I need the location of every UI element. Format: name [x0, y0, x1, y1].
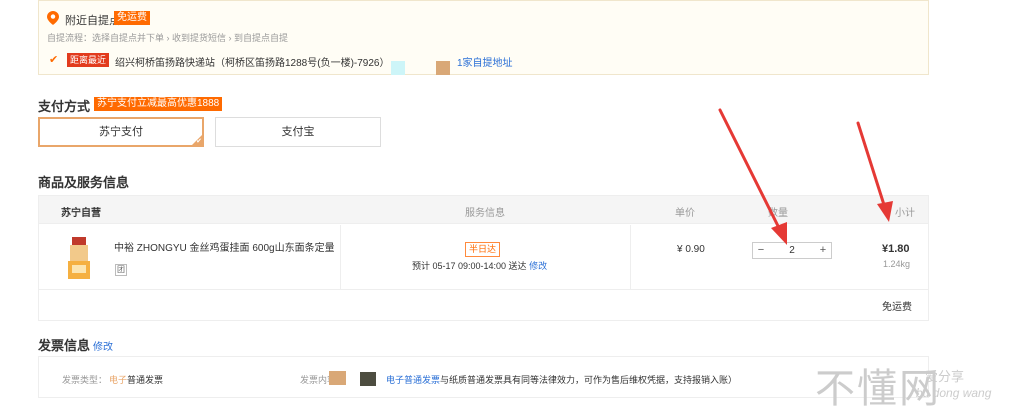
invoice-box: 发票类型： 电子普通发票 发票内容 电子普通发票与纸质普通发票具有同等法律效力，… — [38, 356, 929, 398]
header-qty: 数量 — [768, 208, 788, 219]
payment-promo-badge: 苏宁支付立减最高优惠1888 — [94, 97, 223, 111]
header-price: 单价 — [675, 208, 695, 219]
unit-price: ¥ 0.90 — [677, 244, 705, 255]
goods-table-header: 苏宁自营 服务信息 单价 数量 小计 — [39, 196, 928, 224]
redacted-block — [391, 61, 405, 75]
redacted-block — [360, 372, 376, 386]
freight-text: 免运费 — [882, 302, 912, 313]
quantity-stepper: − 2 + — [752, 242, 832, 259]
column-divider — [340, 225, 341, 289]
invoice-type-highlight: 电子 — [109, 375, 128, 385]
redacted-block — [329, 371, 346, 385]
delivery-time-text: 预计 05-17 09:00-14:00 送达 — [412, 261, 527, 271]
header-service: 服务信息 — [465, 208, 505, 219]
invoice-type-value: 电子普通发票 — [109, 373, 163, 386]
pickup-address-link[interactable]: 1家自提地址 — [457, 54, 513, 69]
qty-input[interactable]: 2 — [770, 243, 814, 258]
redacted-block — [436, 61, 450, 75]
group-buy-badge: 团 — [115, 264, 127, 276]
invoice-title: 发票信息 — [38, 338, 91, 353]
invoice-type-label: 发票类型： — [62, 375, 108, 385]
goods-table: 苏宁自营 服务信息 单价 数量 小计 中裕 ZHONGYU 金丝鸡蛋挂面 600… — [38, 195, 929, 321]
goods-title: 商品及服务信息 — [38, 175, 130, 190]
watermark-slogan: 爱分享 — [925, 369, 965, 384]
invoice-note: 电子普通发票与纸质普通发票具有同等法律效力，可作为售后维权凭据，支持报销入账） — [386, 373, 737, 386]
free-shipping-badge: 免运费 — [114, 11, 150, 25]
item-weight: 1.24kg — [883, 259, 911, 269]
invoice-type-rest: 普通发票 — [127, 375, 164, 385]
pay-option-label: 支付宝 — [281, 126, 315, 138]
column-divider — [630, 225, 631, 289]
location-pin-icon — [47, 11, 59, 25]
product-thumbnail[interactable] — [68, 237, 90, 279]
checkbox-checked-icon[interactable]: ✔ — [49, 55, 59, 66]
pay-option-suning[interactable]: 苏宁支付 ✔ — [38, 117, 204, 147]
qty-increase-button[interactable]: + — [815, 243, 831, 258]
pay-option-alipay[interactable]: 支付宝 — [215, 117, 381, 147]
halfday-delivery-badge: 半日达 — [465, 242, 501, 257]
delivery-edit-link[interactable]: 修改 — [529, 261, 547, 271]
row-divider — [39, 289, 928, 290]
invoice-note-rest: 与纸质普通发票具有同等法律效力，可作为售后维权凭据，支持报销入账） — [440, 375, 738, 385]
watermark-logo: 不懂网 — [815, 366, 941, 412]
pickup-section: 附近自提点 免运费 自提流程：选择自提点并下单 › 收到提货短信 › 到自提点自… — [38, 0, 929, 75]
qty-decrease-button[interactable]: − — [753, 243, 769, 258]
check-icon: ✔ — [196, 138, 202, 145]
item-subtotal: ¥1.80 — [882, 243, 910, 255]
watermark-pinyin: bu dong wang — [916, 386, 992, 400]
invoice-note-highlight: 电子普通发票 — [386, 375, 441, 385]
pickup-steps: 自提流程：选择自提点并下单 › 收到提货短信 › 到自提点自提 — [47, 33, 288, 43]
payment-title: 支付方式 — [38, 99, 91, 114]
pay-option-label: 苏宁支付 — [99, 126, 143, 138]
pickup-title: 附近自提点 — [65, 15, 120, 27]
product-name-link[interactable]: 中裕 ZHONGYU 金丝鸡蛋挂面 600g山东面条定量包... — [114, 239, 334, 254]
store-name: 苏宁自营 — [61, 208, 101, 219]
header-subtotal: 小计 — [895, 208, 915, 219]
pickup-address: 绍兴柯桥笛扬路快递站（柯桥区笛扬路1288号(负一楼)-7926） — [115, 58, 390, 69]
delivery-time: 预计 05-17 09:00-14:00 送达 修改 — [412, 259, 547, 272]
nearest-badge: 距离最近 — [67, 53, 110, 67]
invoice-edit-link[interactable]: 修改 — [93, 338, 113, 353]
